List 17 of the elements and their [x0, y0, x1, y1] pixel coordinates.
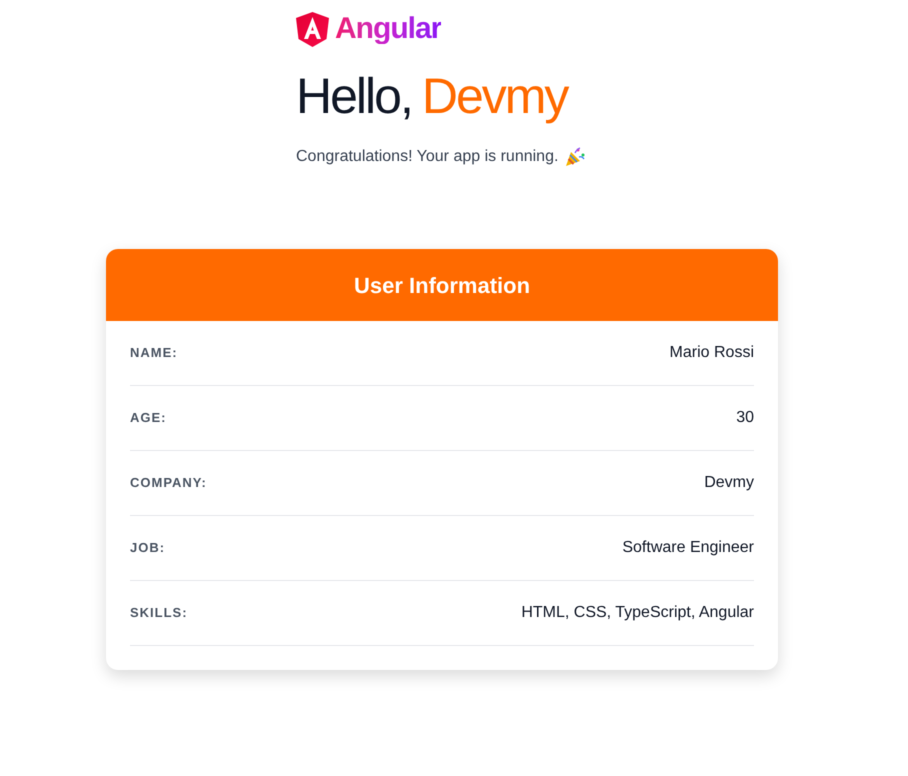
field-label: JOB:: [130, 539, 166, 558]
field-value: HTML, CSS, TypeScript, Angular: [521, 603, 754, 623]
field-value: Devmy: [704, 473, 754, 493]
field-label: NAME:: [130, 344, 178, 362]
field-value: Mario Rossi: [670, 343, 754, 363]
field-label: SKILLS:: [130, 604, 188, 622]
heading-text: Hello,: [296, 71, 412, 121]
logo-text: Angular: [335, 14, 442, 44]
party-popper-icon: [564, 146, 586, 168]
field-value: Software Engineer: [622, 538, 754, 558]
field-label: COMPANY:: [130, 474, 207, 492]
field-value: 30: [736, 408, 754, 428]
heading-name: Devmy: [422, 71, 568, 121]
message-text: Congratulations! Your app is running.: [296, 147, 558, 167]
field-label: AGE:: [130, 409, 166, 428]
logo-icon: [296, 12, 329, 46]
card-title: User Information: [354, 272, 530, 300]
